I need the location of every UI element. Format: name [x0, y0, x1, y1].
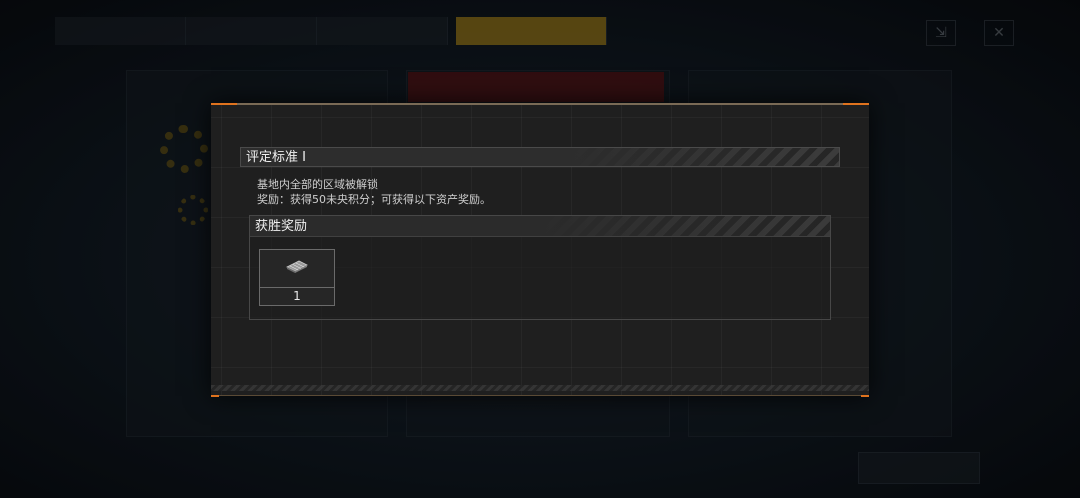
criteria-modal: 评定标准 I 基地内全部的区域被解锁 奖励：获得50未央积分；可获得以下资产奖励…	[211, 103, 869, 397]
reward-item-count: 1	[293, 289, 301, 303]
modal-corner-accent	[211, 103, 237, 105]
reward-item-icon-area	[260, 250, 334, 288]
criteria-reward-text: 奖励：获得50未央积分；可获得以下资产奖励。	[257, 193, 491, 206]
reward-header: 获胜奖励	[250, 216, 830, 237]
reward-box: 获胜奖励 1	[249, 215, 831, 320]
game-screen: ⇲ ✕ 评定标准 I 基地内全部的区域被解锁 奖励：获得50未央积分；可获得以下…	[0, 0, 1080, 498]
reward-title: 获胜奖励	[255, 219, 308, 234]
criteria-title: 评定标准 I	[246, 150, 306, 165]
modal-bottom-hatch	[211, 385, 869, 391]
modal-corner-accent	[843, 103, 869, 105]
criteria-description: 基地内全部的区域被解锁	[257, 178, 378, 191]
modal-corner-accent	[861, 395, 869, 397]
criteria-description-block: 基地内全部的区域被解锁 奖励：获得50未央积分；可获得以下资产奖励。	[257, 177, 491, 207]
modal-corner-accent	[211, 395, 219, 397]
criteria-header: 评定标准 I	[240, 147, 840, 167]
chip-icon	[286, 260, 308, 273]
reward-item-card[interactable]: 1	[259, 249, 335, 306]
